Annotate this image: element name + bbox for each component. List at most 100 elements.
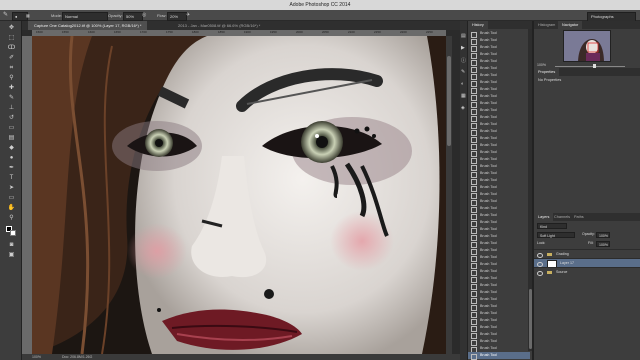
history-item[interactable]: Brush Tool [468, 58, 530, 66]
mode-select[interactable]: Normal [62, 12, 108, 21]
history-item[interactable]: Brush Tool [468, 93, 530, 101]
type-tool-icon[interactable]: T [7, 174, 16, 182]
eraser-tool-icon[interactable]: ▭ [7, 124, 16, 132]
history-item[interactable]: Brush Tool [468, 247, 530, 255]
history-item[interactable]: Brush Tool [468, 184, 530, 192]
history-item[interactable]: Brush Tool [468, 30, 530, 38]
marquee-tool-icon[interactable]: ⬚ [7, 34, 16, 42]
tab-properties[interactable]: Properties [534, 68, 560, 76]
tab-history[interactable]: History [468, 21, 488, 29]
history-item[interactable]: Brush Tool [468, 86, 530, 94]
shape-tool-icon[interactable]: ▭ [7, 194, 16, 202]
quick-mask-icon[interactable]: ◙ [7, 241, 16, 249]
status-zoom[interactable]: 100% [32, 354, 41, 360]
blend-mode-select[interactable]: Soft Light [537, 232, 575, 238]
screen-mode-icon[interactable]: ▣ [7, 251, 16, 259]
visibility-eye-icon[interactable] [537, 261, 543, 267]
history-item[interactable]: Brush Tool [468, 310, 530, 318]
history-item[interactable]: Brush Tool [468, 352, 530, 360]
opacity-field[interactable]: 50% [123, 12, 143, 21]
history-item[interactable]: Brush Tool [468, 212, 530, 220]
history-item[interactable]: Brush Tool [468, 149, 530, 157]
visibility-eye-icon[interactable] [537, 252, 543, 258]
history-item[interactable]: Brush Tool [468, 114, 530, 122]
actions-panel-icon[interactable]: ▶ [461, 45, 465, 51]
image-canvas[interactable] [32, 36, 446, 354]
lasso-tool-icon[interactable]: ↀ [7, 44, 16, 52]
history-item[interactable]: Brush Tool [468, 268, 530, 276]
history-item[interactable]: Brush Tool [468, 44, 530, 52]
history-item[interactable]: Brush Tool [468, 163, 530, 171]
history-item[interactable]: Brush Tool [468, 100, 530, 108]
styles-icon[interactable]: ◈ [461, 105, 465, 111]
clone-stamp-icon[interactable]: ⊥ [7, 104, 16, 112]
canvas-scrollbar[interactable] [446, 36, 452, 354]
pressure-opacity-icon[interactable]: ◎ [142, 12, 146, 19]
history-item[interactable]: Brush Tool [468, 303, 530, 311]
navigator-zoom-handle[interactable] [593, 64, 596, 68]
history-brush-icon[interactable]: ↺ [7, 114, 16, 122]
pen-tool-icon[interactable]: ✒ [7, 164, 16, 172]
crop-tool-icon[interactable]: ⌗ [7, 64, 16, 72]
layer-kind-filter[interactable]: Kind [537, 223, 567, 229]
brush-tool-icon[interactable]: ✎ [7, 94, 16, 102]
layer-opacity-field[interactable]: 100% [596, 232, 610, 238]
history-item[interactable]: Brush Tool [468, 65, 530, 73]
history-item[interactable]: Brush Tool [468, 324, 530, 332]
history-item[interactable]: Brush Tool [468, 177, 530, 185]
dodge-tool-icon[interactable]: ● [7, 154, 16, 162]
history-item[interactable]: Brush Tool [468, 317, 530, 325]
history-item[interactable]: Brush Tool [468, 219, 530, 227]
tab-histogram[interactable]: Histogram [534, 21, 559, 29]
history-item[interactable]: Brush Tool [468, 37, 530, 45]
navigator-thumbnail[interactable] [563, 30, 611, 62]
navigator-zoom-slider[interactable] [555, 65, 625, 67]
history-item[interactable]: Brush Tool [468, 261, 530, 269]
airbrush-icon[interactable]: ✈ [186, 12, 190, 19]
brush-panel-icon[interactable]: ▦ [26, 12, 34, 19]
hand-tool-icon[interactable]: ✋ [7, 204, 16, 212]
history-item[interactable]: Brush Tool [468, 233, 530, 241]
tab-document-2[interactable]: 2013 - Jan - Mar0508.tif @ 66.6% (RGB/16… [172, 21, 266, 30]
history-item[interactable]: Brush Tool [468, 205, 530, 213]
history-item[interactable]: Brush Tool [468, 289, 530, 297]
history-item[interactable]: Brush Tool [468, 198, 530, 206]
history-item[interactable]: Brush Tool [468, 72, 530, 80]
adjustments-icon[interactable]: ◐ [461, 81, 464, 87]
flow-field[interactable]: 20% [167, 12, 187, 21]
canvas-scroll-thumb[interactable] [447, 56, 451, 146]
background-color-swatch[interactable] [10, 230, 16, 236]
visibility-eye-icon[interactable] [537, 270, 543, 276]
history-item[interactable]: Brush Tool [468, 282, 530, 290]
history-item[interactable]: Brush Tool [468, 51, 530, 59]
layer-row-selected[interactable]: Layer 17 [534, 258, 640, 268]
healing-brush-icon[interactable]: ✚ [7, 84, 16, 92]
brush-presets-icon[interactable]: ✎ [461, 69, 465, 75]
history-item[interactable]: Brush Tool [468, 338, 530, 346]
history-item[interactable]: Brush Tool [468, 121, 530, 129]
history-item[interactable]: Brush Tool [468, 296, 530, 304]
path-select-icon[interactable]: ➤ [7, 184, 16, 192]
workspace-select[interactable]: Photographs [587, 11, 636, 22]
quick-select-tool-icon[interactable]: ✐ [7, 54, 16, 62]
history-item[interactable]: Brush Tool [468, 226, 530, 234]
tab-document-1[interactable]: Capture One Catalog2012.tif @ 100% (Laye… [28, 21, 148, 30]
gradient-tool-icon[interactable]: ▤ [7, 134, 16, 142]
navigator-zoom-value[interactable]: 100% [537, 63, 546, 67]
history-item[interactable]: Brush Tool [468, 240, 530, 248]
history-item[interactable]: Brush Tool [468, 331, 530, 339]
history-item[interactable]: Brush Tool [468, 128, 530, 136]
history-item[interactable]: Brush Tool [468, 254, 530, 262]
history-item[interactable]: Brush Tool [468, 275, 530, 283]
history-panel-icon[interactable]: ▤ [461, 33, 466, 39]
history-item[interactable]: Brush Tool [468, 79, 530, 87]
blur-tool-icon[interactable]: ◆ [7, 144, 16, 152]
eyedropper-tool-icon[interactable]: ⚲ [7, 74, 16, 82]
zoom-tool-icon[interactable]: ⚲ [7, 214, 16, 222]
move-tool-icon[interactable]: ✥ [7, 24, 16, 32]
fill-field[interactable]: 100% [596, 241, 610, 247]
info-panel-icon[interactable]: ⓘ [461, 57, 466, 64]
swatches-icon[interactable]: ▦ [461, 93, 466, 99]
history-item[interactable]: Brush Tool [468, 191, 530, 199]
tab-navigator[interactable]: Navigator [558, 21, 583, 29]
